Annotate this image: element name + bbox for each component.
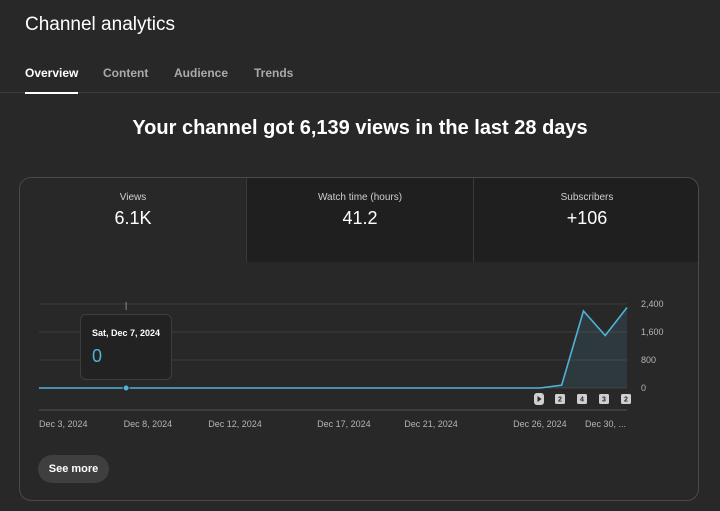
chart-tooltip: Sat, Dec 7, 2024 0 — [80, 314, 172, 380]
x-tick-label: Dec 17, 2024 — [317, 419, 371, 429]
y-tick-label: 2,400 — [641, 299, 664, 309]
tab-trends[interactable]: Trends — [254, 66, 293, 93]
tab-content[interactable]: Content — [103, 66, 148, 93]
x-tick-label: Dec 21, 2024 — [404, 419, 458, 429]
marker-count: 4 — [580, 397, 584, 404]
tooltip-date: Sat, Dec 7, 2024 — [92, 328, 161, 338]
x-tick-label: Dec 8, 2024 — [124, 419, 173, 429]
views-headline: Your channel got 6,139 views in the last… — [132, 117, 588, 139]
shorts-icon — [534, 393, 544, 405]
highlight-point — [122, 384, 130, 392]
tab-audience[interactable]: Audience — [174, 66, 228, 93]
y-tick-label: 0 — [641, 383, 646, 393]
tab-overview[interactable]: Overview — [25, 66, 79, 94]
y-tick-label: 1,600 — [641, 327, 664, 337]
x-tick-label: Dec 12, 2024 — [208, 419, 262, 429]
views-chart[interactable]: 2,400 1,600 800 0 Dec 3, 2024 Dec 8, 2024 Dec … — [20, 178, 699, 448]
marker-count: 2 — [624, 397, 628, 404]
x-tick-label: Dec 3, 2024 — [39, 419, 88, 429]
x-tick-label: Dec 30, ... — [585, 419, 626, 429]
tab-bar: Overview Content Audience Trends — [0, 66, 720, 94]
marker-count: 3 — [602, 397, 606, 404]
page-title: Channel analytics — [25, 14, 175, 35]
tooltip-value: 0 — [92, 346, 103, 366]
y-tick-label: 800 — [641, 355, 656, 365]
x-tick-label: Dec 26, 2024 — [513, 419, 567, 429]
see-more-button[interactable]: See more — [38, 455, 109, 483]
marker-count: 2 — [558, 397, 562, 404]
analytics-card: Views 6.1K Watch time (hours) 41.2 Subsc… — [19, 177, 699, 501]
